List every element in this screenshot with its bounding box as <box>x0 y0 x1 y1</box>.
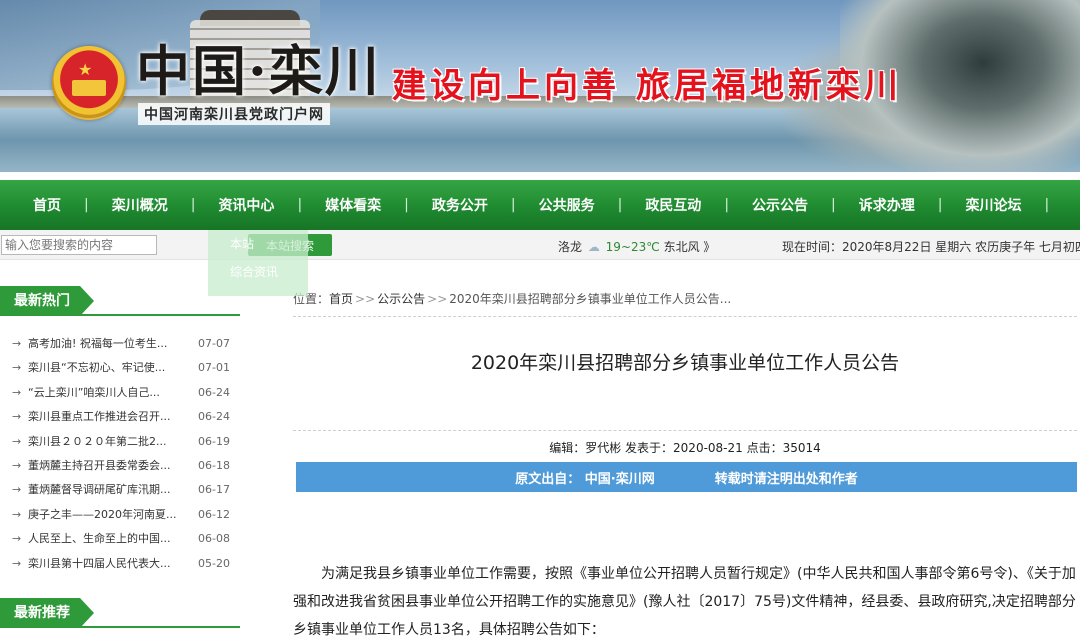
list-item[interactable]: → 人民至上、生命至上的中国... 06-08 <box>12 527 232 551</box>
national-emblem-icon: ★ <box>52 46 126 120</box>
site-subtitle: 中国河南栾川县党政门户网 <box>138 103 330 125</box>
weather-wind[interactable]: 东北风 》 <box>664 240 716 254</box>
hot-news-list: → 高考加油! 祝福每一位考生... 07-07 → 栾川县“不忘初心、牢记使... 0… <box>12 332 232 576</box>
reprint-notice: 转载时请注明出处和作者 <box>714 471 858 487</box>
nav-item-overview[interactable]: 栾川概况 <box>89 195 191 215</box>
title-divider <box>293 430 1077 431</box>
source-bar: 原文出自： 中国·栾川网 转载时请注明出处和作者 <box>296 462 1077 492</box>
article-body: 为满足我县乡镇事业单位工作需要，按照《事业单位公开招聘人员暂行规定》(中华人民共… <box>293 566 1076 638</box>
current-datetime: 现在时间：2020年8月22日 星期六 农历庚子年 七月初四 <box>782 240 1080 254</box>
nav-item-forum[interactable]: 栾川论坛 <box>942 195 1044 215</box>
breadcrumb-divider <box>293 316 1077 317</box>
arrow-icon: → <box>12 434 22 448</box>
main-nav: 首页 | 栾川概况 | 资讯中心 | 媒体看栾 | 政务公开 | 公共服务 | … <box>0 180 1080 230</box>
arrow-icon: → <box>12 532 22 546</box>
list-item[interactable]: → 庚子之丰——2020年河南夏... 06-12 <box>12 503 232 527</box>
arrow-icon: → <box>12 361 22 375</box>
site-slogan: 建设向上向善 旅居福地新栾川 <box>392 66 902 106</box>
arrow-icon: → <box>12 410 22 424</box>
cloud-icon: ☁ <box>587 240 600 254</box>
nav-item-home[interactable]: 首页 <box>10 195 84 215</box>
source-text: 原文出自： 中国·栾川网 <box>515 471 655 487</box>
breadcrumb-home[interactable]: 首页 <box>329 292 353 306</box>
arrow-icon: → <box>12 337 22 350</box>
breadcrumb-current: 2020年栾川县招聘部分乡镇事业单位工作人员公告... <box>449 292 732 306</box>
header-banner: ★ 中国·栾川 中国河南栾川县党政门户网 建设向上向善 旅居福地新栾川 <box>0 0 1080 172</box>
recommend-divider <box>0 626 240 628</box>
list-item[interactable]: → 栾川县第十四届人民代表大... 05-20 <box>12 552 232 576</box>
nav-item-appeals[interactable]: 诉求办理 <box>836 195 938 215</box>
article-meta: 编辑：罗代彬 发表于：2020-08-21 点击：35014 <box>549 441 821 455</box>
nav-divider: | <box>1044 197 1050 213</box>
search-scope-dropdown: 本站 综合资讯 <box>208 230 308 296</box>
breadcrumb-section[interactable]: 公示公告 <box>377 292 425 306</box>
utility-bar: 本站搜索 洛龙 ☁ 19~23℃ 东北风 》 现在时间：2020年8月22日 星… <box>0 230 1080 260</box>
arrow-icon: → <box>12 385 22 399</box>
breadcrumb: 位置：首页 >> 公示公告 >> 2020年栾川县招聘部分乡镇事业单位工作人员公告... <box>293 292 732 306</box>
list-item[interactable]: → 董炳麓主持召开县委常委会... 06-18 <box>12 454 232 478</box>
recommend-title: 最新推荐 <box>0 598 94 628</box>
nav-item-gov-affairs[interactable]: 政务公开 <box>409 195 511 215</box>
site-logo[interactable]: 中国·栾川 <box>136 44 381 98</box>
list-item[interactable]: → 董炳麓督导调研尾矿库汛期... 06-17 <box>12 478 232 502</box>
article-title: 2020年栾川县招聘部分乡镇事业单位工作人员公告 <box>470 352 900 374</box>
search-scope-option[interactable]: 综合资讯 <box>208 258 308 286</box>
list-item[interactable]: → “云上栾川”咱栾川人自己... 06-24 <box>12 381 232 405</box>
arrow-icon: → <box>12 507 22 521</box>
nav-item-interaction[interactable]: 政民互动 <box>622 195 724 215</box>
weather-city: 洛龙 <box>558 240 583 254</box>
weather-widget: 洛龙 ☁ 19~23℃ 东北风 》 <box>558 238 715 255</box>
nav-item-public-service[interactable]: 公共服务 <box>516 195 618 215</box>
nav-item-news[interactable]: 资讯中心 <box>195 195 297 215</box>
nav-item-announcements[interactable]: 公示公告 <box>729 195 831 215</box>
search-scope-option[interactable]: 本站 <box>208 230 308 258</box>
list-item[interactable]: → 栾川县重点工作推进会召开... 06-24 <box>12 405 232 429</box>
hot-news-title: 最新热门 <box>0 286 94 316</box>
list-item[interactable]: → 栾川县“不忘初心、牢记使... 07-01 <box>12 356 232 380</box>
hot-news-divider <box>0 314 240 316</box>
list-item[interactable]: → 栾川县２０２０年第二批2... 06-19 <box>12 430 232 454</box>
arrow-icon: → <box>12 556 22 570</box>
weather-temp: 19~23℃ <box>605 240 660 254</box>
arrow-icon: → <box>12 458 22 472</box>
nav-item-media[interactable]: 媒体看栾 <box>302 195 404 215</box>
arrow-icon: → <box>12 483 22 497</box>
search-input[interactable] <box>1 235 157 255</box>
list-item[interactable]: → 高考加油! 祝福每一位考生... 07-07 <box>12 332 232 356</box>
